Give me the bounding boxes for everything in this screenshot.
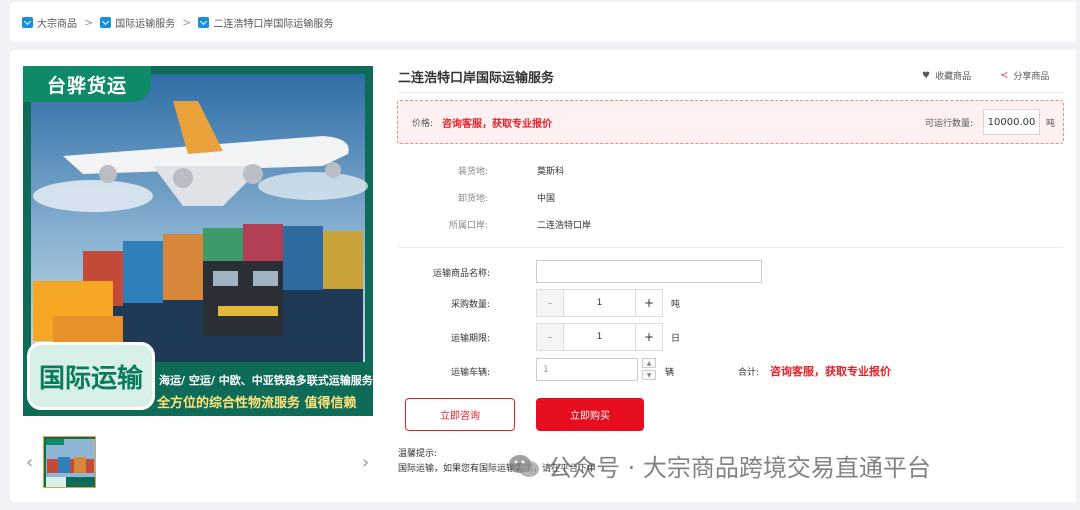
- divider: [398, 92, 1063, 93]
- share-button[interactable]: ≺ 分享商品: [1000, 69, 1049, 82]
- capacity-value: 10000.00: [983, 109, 1040, 135]
- total-value: 咨询客服，获取专业报价: [770, 365, 891, 378]
- price-box: 价格: 咨询客服，获取专业报价 可运行数量: 10000.00 吨: [397, 100, 1064, 144]
- port-value: 二连浩特口岸: [537, 221, 592, 231]
- vehicle-input[interactable]: 1: [536, 358, 638, 381]
- checkbox-icon: [198, 16, 210, 28]
- vehicle-label: 运输车辆:: [450, 368, 490, 378]
- total-label: 合计:: [738, 368, 760, 378]
- consult-now-button[interactable]: 立即咨询: [405, 398, 515, 431]
- brand-logo: 台骅货运: [23, 66, 151, 102]
- capacity-label: 可运行数量:: [925, 119, 974, 129]
- wechat-icon: [509, 454, 539, 477]
- price-value: 咨询客服，获取专业报价: [442, 119, 552, 130]
- increment-button[interactable]: +: [635, 324, 662, 350]
- increment-button[interactable]: +: [635, 290, 662, 316]
- decrement-button[interactable]: -: [537, 324, 564, 350]
- port-label: 所属口岸:: [448, 221, 488, 231]
- purchase-qty-label: 采购数量:: [450, 300, 490, 310]
- checkbox-icon: [22, 16, 33, 28]
- vehicle-unit: 辆: [665, 368, 675, 378]
- breadcrumb-label[interactable]: 国际运输服务: [115, 15, 175, 30]
- share-icon: ≺: [1000, 70, 1009, 81]
- product-card: 台骅货运 国际运输 海运/ 空运/ 中欧、中亚铁路多联式运输服务 全方位的综合性…: [10, 50, 1076, 502]
- buy-now-button[interactable]: 立即购买: [536, 398, 644, 431]
- goods-name-label: 运输商品名称:: [432, 269, 490, 279]
- purchase-qty-stepper: - 1 +: [536, 289, 663, 317]
- product-title: 二连浩特口岸国际运输服务: [398, 71, 555, 86]
- chevron-right-icon: >: [182, 15, 192, 29]
- chevron-right-icon: >: [84, 15, 94, 29]
- thumbnail-illustration: [44, 437, 95, 487]
- tips-title: 温馨提示:: [398, 449, 438, 459]
- breadcrumb-item-2[interactable]: 国际运输服务: [100, 15, 175, 30]
- slogan-line-2: 全方位的综合性物流服务 值得信赖: [157, 396, 357, 411]
- transport-period-label: 运输期限:: [450, 334, 490, 344]
- loading-place-value: 莫斯科: [537, 167, 565, 177]
- unloading-place-value: 中国: [537, 194, 556, 204]
- unloading-place-label: 卸货地:: [457, 194, 488, 204]
- thumbnail-image[interactable]: [43, 436, 96, 488]
- heart-icon: ♥: [922, 70, 931, 81]
- breadcrumb-item-1[interactable]: 大宗商品: [22, 15, 77, 30]
- checkbox-icon: [100, 16, 112, 28]
- chevron-right-icon[interactable]: ›: [362, 452, 369, 473]
- purchase-qty-unit: 吨: [671, 300, 681, 310]
- capacity-unit: 吨: [1046, 119, 1056, 129]
- loading-place-label: 装货地:: [457, 167, 488, 177]
- spin-up-icon[interactable]: ▲: [642, 358, 656, 368]
- purchase-qty-value[interactable]: 1: [564, 290, 635, 316]
- favorite-button[interactable]: ♥ 收藏商品: [922, 69, 972, 83]
- international-transport-badge: 国际运输: [27, 342, 155, 410]
- transport-period-unit: 日: [671, 334, 681, 344]
- decrement-button[interactable]: -: [537, 290, 564, 316]
- breadcrumb-item-3[interactable]: 二连浩特口岸国际运输服务: [198, 15, 333, 30]
- share-label: 分享商品: [1013, 72, 1050, 82]
- spin-down-icon[interactable]: ▼: [642, 370, 656, 380]
- slogan-line-1: 海运/ 空运/ 中欧、中亚铁路多联式运输服务: [159, 374, 373, 387]
- breadcrumb-label[interactable]: 二连浩特口岸国际运输服务: [213, 15, 333, 30]
- transport-period-value[interactable]: 1: [564, 324, 635, 350]
- breadcrumb-label[interactable]: 大宗商品: [37, 15, 77, 30]
- transport-period-stepper: - 1 +: [536, 323, 663, 351]
- goods-name-input[interactable]: [536, 260, 762, 283]
- breadcrumb: 大宗商品 > 国际运输服务 > 二连浩特口岸国际运输服务: [10, 2, 1076, 42]
- product-main-image: 台骅货运 国际运输 海运/ 空运/ 中欧、中亚铁路多联式运输服务 全方位的综合性…: [23, 66, 373, 416]
- favorite-label: 收藏商品: [935, 72, 972, 82]
- watermark: 公众号 · 大宗商品跨境交易直通平台: [508, 448, 931, 483]
- chevron-left-icon[interactable]: ‹: [26, 452, 33, 473]
- watermark-text: 公众号 · 大宗商品跨境交易直通平台: [548, 454, 931, 482]
- price-label: 价格:: [412, 119, 434, 129]
- divider: [398, 247, 1063, 248]
